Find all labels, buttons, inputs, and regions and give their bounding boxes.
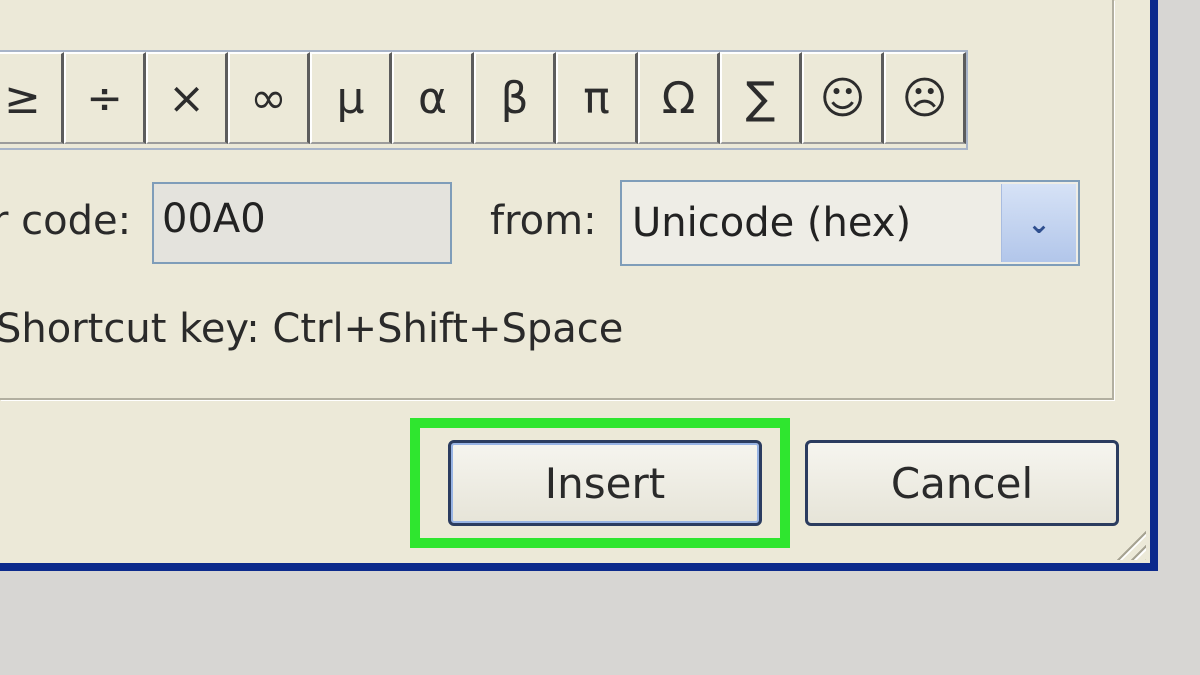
symbol-frown[interactable]: ☹ (884, 52, 966, 144)
symbol-greater-equal[interactable]: ≥ (0, 52, 64, 144)
character-code-input[interactable]: 00A0 (152, 182, 452, 264)
insert-button[interactable]: Insert (448, 440, 762, 526)
shortcut-key-text: Shortcut key: Ctrl+Shift+Space (0, 306, 624, 352)
symbol-dialog: ≥ ÷ × ∞ µ α β π Ω ∑ ☺ ☹ r code: 00A0 fro… (0, 0, 1158, 571)
symbol-sum[interactable]: ∑ (720, 52, 802, 144)
cancel-button[interactable]: Cancel (805, 440, 1119, 526)
symbol-pi[interactable]: π (556, 52, 638, 144)
symbol-infinity[interactable]: ∞ (228, 52, 310, 144)
symbol-divide[interactable]: ÷ (64, 52, 146, 144)
from-select[interactable]: Unicode (hex) ⌄ (620, 180, 1080, 266)
symbol-smiley[interactable]: ☺ (802, 52, 884, 144)
chevron-down-icon[interactable]: ⌄ (1001, 184, 1076, 262)
symbol-beta[interactable]: β (474, 52, 556, 144)
resize-grip-icon[interactable] (1112, 528, 1146, 560)
from-select-value: Unicode (hex) (632, 200, 912, 246)
symbols-panel: ≥ ÷ × ∞ µ α β π Ω ∑ ☺ ☹ r code: 00A0 fro… (0, 0, 1114, 400)
symbol-multiply[interactable]: × (146, 52, 228, 144)
recent-symbols-row: ≥ ÷ × ∞ µ α β π Ω ∑ ☺ ☹ (0, 50, 968, 150)
symbol-alpha[interactable]: α (392, 52, 474, 144)
character-code-label: r code: (0, 198, 132, 244)
from-label: from: (490, 198, 597, 244)
symbol-omega[interactable]: Ω (638, 52, 720, 144)
symbol-micro[interactable]: µ (310, 52, 392, 144)
